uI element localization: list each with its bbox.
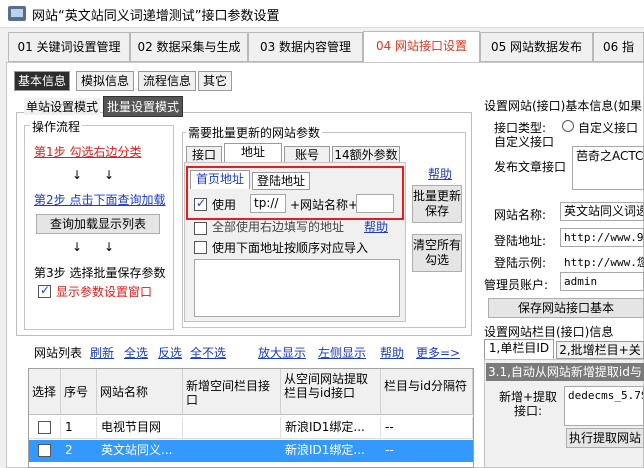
show-param-label: 显示参数设置窗口 <box>56 285 153 299</box>
all-use-right-checkbox[interactable] <box>194 222 207 235</box>
query-load-button[interactable]: 查询加载显示列表 <box>36 214 160 234</box>
arrow-down-icon: ↓ <box>104 240 115 254</box>
select-none-link[interactable]: 全不选 <box>190 344 226 361</box>
save-basic-button[interactable]: 保存网站接口基本 <box>488 298 644 318</box>
add-extract-label: 新增+提取接口: <box>498 390 558 418</box>
admin-label: 管理员账户: <box>484 278 549 292</box>
row-name: 英文站同义... <box>97 440 183 462</box>
step1-link[interactable]: 第1步 勾选右边分类 <box>34 143 141 160</box>
col-header-no: 序号 <box>61 369 97 415</box>
more-link[interactable]: 更多=> <box>416 344 460 361</box>
column-info-title: 设置网站栏目(接口)信息 <box>484 325 614 339</box>
left-display-link[interactable]: 左侧显示 <box>318 344 366 361</box>
col-header-add-column: 新增空间栏目接口 <box>183 369 281 415</box>
table-row[interactable]: 1 电视节目网 新浪ID1绑定... -- <box>29 417 473 439</box>
auto-extract-row: 3.1,自动从网站新增提取id与 <box>486 363 644 381</box>
col-header-separator: 栏目与id分隔符 <box>381 369 473 415</box>
arrow-down-icon: ↓ <box>72 168 83 182</box>
title-bar: 网站“英文站同义词递增测试”接口参数设置 <box>0 0 644 28</box>
row-separator: -- <box>381 417 473 439</box>
order-import-label: 使用下面地址按顺序对应导入 <box>212 241 369 255</box>
subtab-basic-info[interactable]: 基本信息 <box>14 71 70 91</box>
login-example-label: 登陆示例: <box>494 256 547 270</box>
select-all-link[interactable]: 全选 <box>124 344 148 361</box>
custom-iface-radio[interactable] <box>562 120 574 132</box>
row-no: 2 <box>61 440 97 462</box>
tab-more[interactable]: 06 指 <box>593 32 644 62</box>
basic-info-title: 设置网站(接口)基本信息(如果 <box>484 99 643 113</box>
tab-data-content[interactable]: 03 数据内容管理 <box>248 32 363 62</box>
table-row[interactable]: 2 英文站同义... 新浪ID1绑定... -- <box>29 440 473 462</box>
site-name-input[interactable]: 英文站同义词递 <box>560 202 644 221</box>
site-name-label: 网站名称: <box>494 208 547 222</box>
custom-iface-label-2: 自定义接口 <box>494 135 555 149</box>
row-extract: 新浪ID1绑定... <box>281 417 381 439</box>
subtab-other[interactable]: 其它 <box>198 71 232 91</box>
publish-iface-label: 发布文章接口 <box>494 160 567 174</box>
mode-tab-single[interactable]: 单站设置模式 <box>24 98 101 115</box>
list-help-link[interactable]: 帮助 <box>380 344 404 361</box>
row-name: 电视节目网 <box>97 417 183 439</box>
row-extract: 新浪ID1绑定... <box>281 440 381 462</box>
arrow-down-icon: ↓ <box>104 168 115 182</box>
col-header-name: 网站名称 <box>97 369 183 415</box>
mode-tab-batch[interactable]: 批量设置模式 <box>103 96 184 117</box>
highlight-frame <box>186 166 404 220</box>
login-label: 登陆地址: <box>494 234 547 248</box>
step3-label: 第3步 选择批量保存参数 <box>34 266 166 280</box>
ptab-address[interactable]: 地址 <box>224 143 282 162</box>
site-list-title: 网站列表 <box>34 346 83 360</box>
clear-checked-button[interactable]: 清空所有勾选 <box>412 234 462 272</box>
arrow-down-icon: ↓ <box>72 240 83 254</box>
step2-link[interactable]: 第2步 点击下面查询加载 <box>34 191 165 208</box>
row-checkbox[interactable] <box>38 421 51 434</box>
flow-title: 操作流程 <box>30 118 83 135</box>
login-example-value: http://www.您的 <box>564 256 644 269</box>
row-separator: -- <box>381 440 473 462</box>
row-add-column <box>183 417 281 439</box>
subtab-simulate-info[interactable]: 模拟信息 <box>76 71 134 91</box>
row-checkbox[interactable] <box>38 444 51 457</box>
tab-site-interface[interactable]: 04 网站接口设置 <box>363 31 480 62</box>
row-add-column <box>183 440 281 462</box>
col-header-extract: 从空间网站提取栏目与id接口 <box>281 369 381 415</box>
order-import-checkbox[interactable] <box>194 241 207 254</box>
tab-keyword-settings[interactable]: 01 关键词设置管理 <box>8 32 130 62</box>
login-input[interactable]: http://www.99 <box>560 228 644 247</box>
exec-extract-button[interactable]: 执行提取网站 <box>566 428 644 448</box>
subtab-flow-info[interactable]: 流程信息 <box>138 71 196 91</box>
app-icon <box>8 6 26 21</box>
add-extract-value[interactable]: dedecms_5.7SP <box>564 386 644 426</box>
tab-site-publish[interactable]: 05 网站数据发布 <box>480 32 593 62</box>
batch-save-button[interactable]: 批量更新保存 <box>412 185 462 223</box>
zoom-display-link[interactable]: 放大显示 <box>258 344 306 361</box>
custom-iface-label: 自定义接口 <box>578 121 639 135</box>
col-header-select: 选择 <box>29 369 61 415</box>
row-no: 1 <box>61 417 97 439</box>
help-link-2[interactable]: 帮助 <box>364 218 388 235</box>
tab-data-collection[interactable]: 02 数据采集与生成 <box>130 32 248 62</box>
invert-select-link[interactable]: 反选 <box>158 344 182 361</box>
admin-input[interactable]: admin <box>560 272 644 291</box>
batch-param-title: 需要批量更新的网站参数 <box>186 124 323 141</box>
address-list-textarea[interactable] <box>194 259 400 317</box>
show-param-checkbox[interactable] <box>38 283 51 298</box>
col-tab-single-id[interactable]: 1,单栏目ID <box>484 339 554 359</box>
all-use-right-label: 全部使用右边填写的地址 <box>212 220 345 234</box>
window-title: 网站“英文站同义词递增测试”接口参数设置 <box>32 9 280 24</box>
col-tab-batch-add[interactable]: 2,批增栏目+关键 <box>556 341 644 373</box>
help-link[interactable]: 帮助 <box>428 165 452 182</box>
refresh-link[interactable]: 刷新 <box>90 344 114 361</box>
publish-iface-value[interactable]: 芭奇之ACTCMS <box>572 146 644 190</box>
